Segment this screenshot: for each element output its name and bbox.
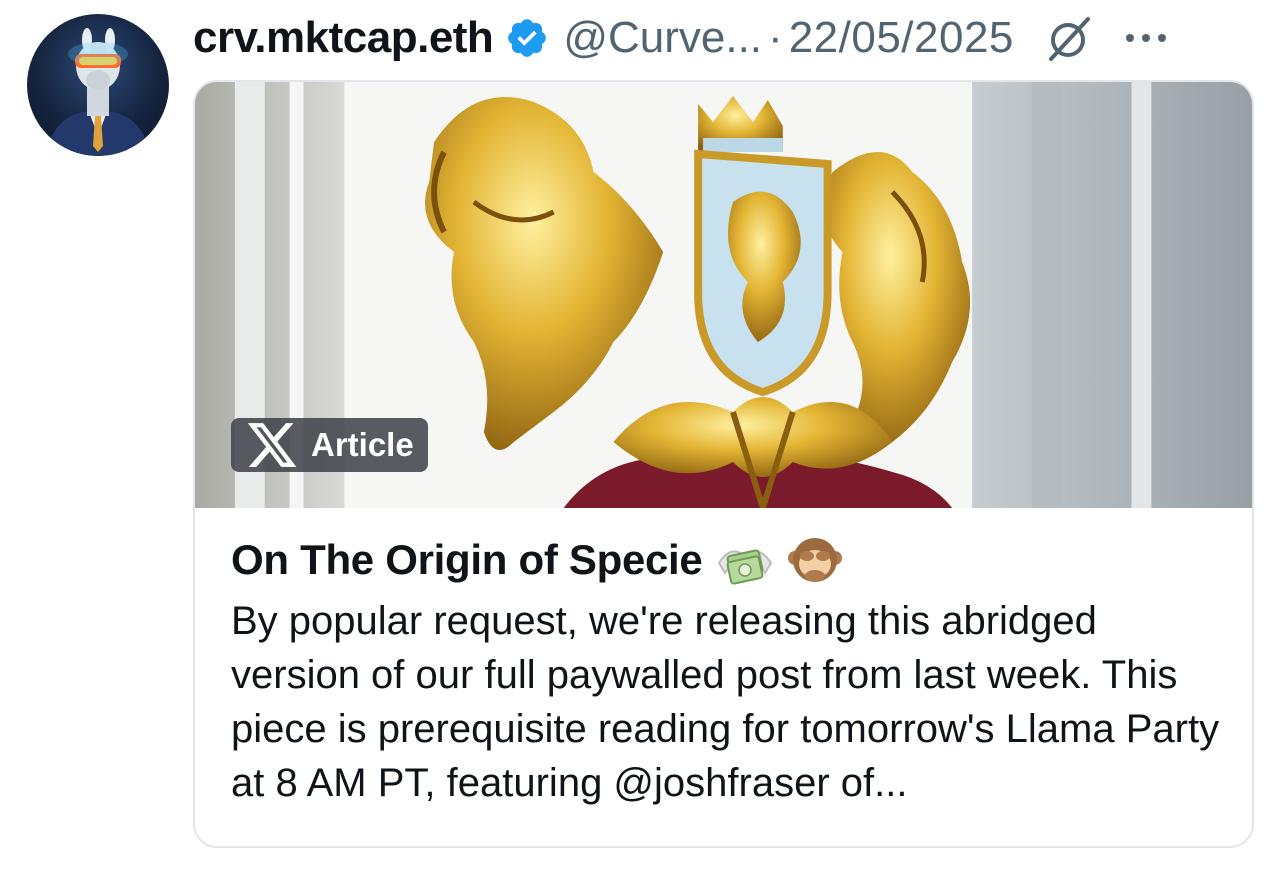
separator-dot: ·	[768, 13, 783, 62]
avatar[interactable]	[27, 14, 169, 156]
tweet-header: crv.mktcap.eth @Curve... · 22/05/2025	[193, 6, 1254, 70]
article-title-row[interactable]: On The Origin of Specie	[231, 530, 1222, 590]
more-options-icon[interactable]	[1124, 28, 1168, 48]
handle[interactable]: @Curve...	[563, 13, 762, 63]
article-text: On The Origin of Specie By popular reque…	[231, 530, 1222, 810]
article-badge: Article	[231, 418, 428, 472]
article-cover-image[interactable]: Article	[195, 82, 1252, 508]
article-title: On The Origin of Specie	[231, 536, 703, 583]
article-excerpt: By popular request, we're releasing this…	[231, 599, 1220, 805]
display-name[interactable]: crv.mktcap.eth	[193, 13, 494, 63]
timestamp[interactable]: 22/05/2025	[789, 13, 1014, 63]
x-logo-icon	[247, 423, 297, 467]
llama-avatar-image	[45, 28, 151, 156]
article-card[interactable]: Article On The Origin of Specie By popul…	[193, 80, 1254, 848]
article-badge-label: Article	[311, 426, 414, 463]
see-no-evil-monkey-icon	[787, 538, 842, 582]
grok-icon[interactable]	[1044, 13, 1094, 63]
money-with-wings-icon	[717, 549, 772, 585]
verified-badge-icon	[508, 19, 547, 57]
